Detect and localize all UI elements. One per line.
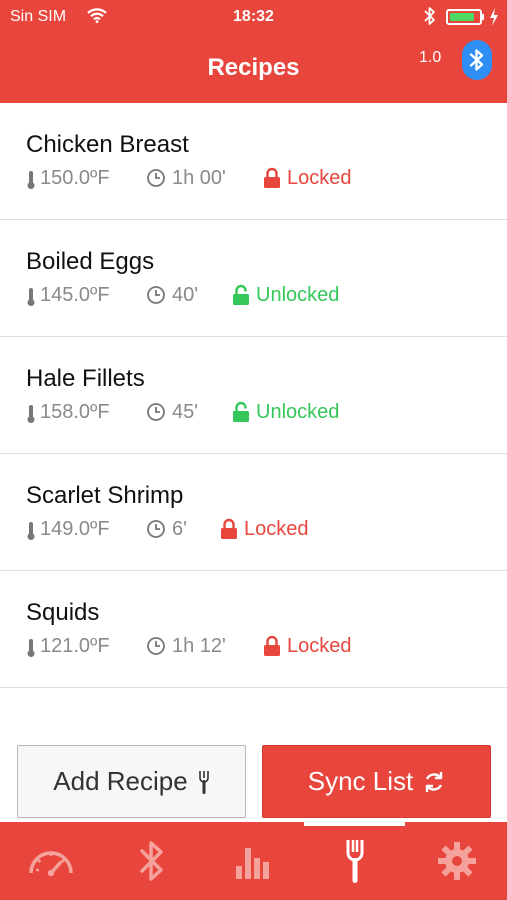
sync-icon bbox=[426, 771, 443, 792]
tab-recipes[interactable] bbox=[304, 822, 405, 900]
bluetooth-status-icon bbox=[424, 7, 435, 25]
clock-icon bbox=[147, 169, 165, 187]
clock-icon bbox=[147, 520, 165, 538]
add-recipe-button[interactable]: Add Recipe bbox=[17, 745, 246, 818]
thermometer-icon bbox=[27, 405, 35, 423]
lock-status: Unlocked bbox=[256, 284, 340, 306]
unlocked-icon bbox=[233, 401, 249, 422]
recipe-name: Boiled Eggs bbox=[26, 248, 155, 275]
recipe-name: Chicken Breast bbox=[26, 131, 189, 158]
recipe-temperature: 158.0ºF bbox=[40, 401, 110, 423]
recipe-duration: 45' bbox=[172, 401, 199, 423]
thermometer-icon bbox=[27, 639, 35, 657]
bar-chart-icon bbox=[235, 848, 269, 879]
locked-icon bbox=[264, 635, 280, 656]
sync-list-button[interactable]: Sync List bbox=[262, 745, 491, 818]
lock-status: Locked bbox=[244, 518, 309, 540]
version-label: 1.0 bbox=[419, 49, 442, 66]
recipe-name: Scarlet Shrimp bbox=[26, 482, 184, 509]
battery-level bbox=[450, 13, 474, 21]
recipe-temperature: 145.0ºF bbox=[40, 284, 110, 306]
lock-status: Locked bbox=[287, 167, 352, 189]
recipe-temperature: 149.0ºF bbox=[40, 518, 110, 540]
tab-statistics[interactable] bbox=[203, 822, 304, 900]
sync-list-label: Sync List bbox=[307, 766, 414, 796]
recipe-row[interactable]: Squids 121.0ºF 1h 12' Locked bbox=[0, 571, 507, 688]
gear-icon bbox=[437, 842, 476, 880]
lock-status: Unlocked bbox=[256, 401, 340, 423]
recipe-temperature: 121.0ºF bbox=[40, 635, 110, 657]
lock-status: Locked bbox=[287, 635, 352, 657]
tab-dashboard[interactable] bbox=[0, 822, 101, 900]
speedometer-icon bbox=[28, 851, 73, 877]
recipe-row[interactable]: Chicken Breast 150.0ºF 1h 00' Locked bbox=[0, 103, 507, 220]
fork-icon bbox=[346, 840, 363, 883]
charging-icon bbox=[490, 8, 498, 26]
recipe-duration: 1h 00' bbox=[172, 167, 226, 189]
recipe-row[interactable]: Scarlet Shrimp 149.0ºF 6' Locked bbox=[0, 454, 507, 571]
recipe-row[interactable]: Boiled Eggs 145.0ºF 40' Unlocked bbox=[0, 220, 507, 337]
thermometer-icon bbox=[27, 171, 35, 189]
recipe-name: Hale Fillets bbox=[26, 365, 145, 392]
thermometer-icon bbox=[27, 522, 35, 540]
recipe-duration: 40' bbox=[172, 284, 199, 306]
add-recipe-label: Add Recipe bbox=[53, 766, 188, 796]
thermometer-icon bbox=[27, 288, 35, 306]
bluetooth-icon bbox=[469, 49, 484, 71]
navigation-bar: Recipes 1.0 bbox=[0, 34, 507, 103]
bluetooth-connect-button[interactable] bbox=[462, 40, 492, 80]
recipe-duration: 1h 12' bbox=[172, 635, 226, 657]
clock-icon bbox=[147, 403, 165, 421]
tab-settings[interactable] bbox=[406, 822, 507, 900]
status-bar: Sin SIM 18:32 bbox=[0, 0, 507, 34]
clock-icon bbox=[147, 637, 165, 655]
battery-icon bbox=[446, 9, 482, 25]
recipe-duration: 6' bbox=[172, 518, 187, 540]
fork-icon bbox=[198, 770, 209, 794]
tab-bar bbox=[0, 822, 507, 900]
unlocked-icon bbox=[233, 284, 249, 305]
bluetooth-icon bbox=[139, 841, 163, 881]
clock-icon bbox=[147, 286, 165, 304]
tab-bluetooth[interactable] bbox=[101, 822, 202, 900]
recipe-row[interactable]: Hale Fillets 158.0ºF 45' Unlocked bbox=[0, 337, 507, 454]
locked-icon bbox=[264, 167, 280, 188]
recipe-temperature: 150.0ºF bbox=[40, 167, 110, 189]
locked-icon bbox=[221, 518, 237, 539]
recipe-name: Squids bbox=[26, 599, 100, 626]
battery-tip bbox=[482, 14, 484, 20]
recipe-list: Chicken Breast 150.0ºF 1h 00' Locked Boi… bbox=[0, 103, 507, 688]
